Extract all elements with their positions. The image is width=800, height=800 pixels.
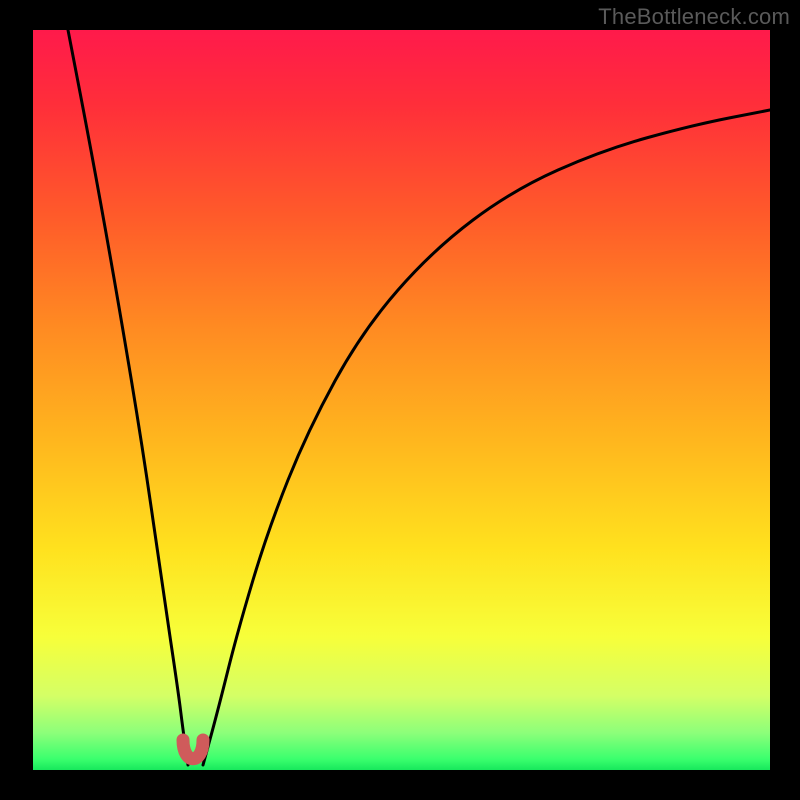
trough-marker	[183, 740, 203, 759]
left-branch-line	[68, 30, 188, 765]
watermark-text: TheBottleneck.com	[598, 4, 790, 30]
chart-frame: TheBottleneck.com	[0, 0, 800, 800]
plot-area	[33, 30, 770, 770]
curve-layer	[33, 30, 770, 770]
right-branch-line	[203, 110, 770, 765]
